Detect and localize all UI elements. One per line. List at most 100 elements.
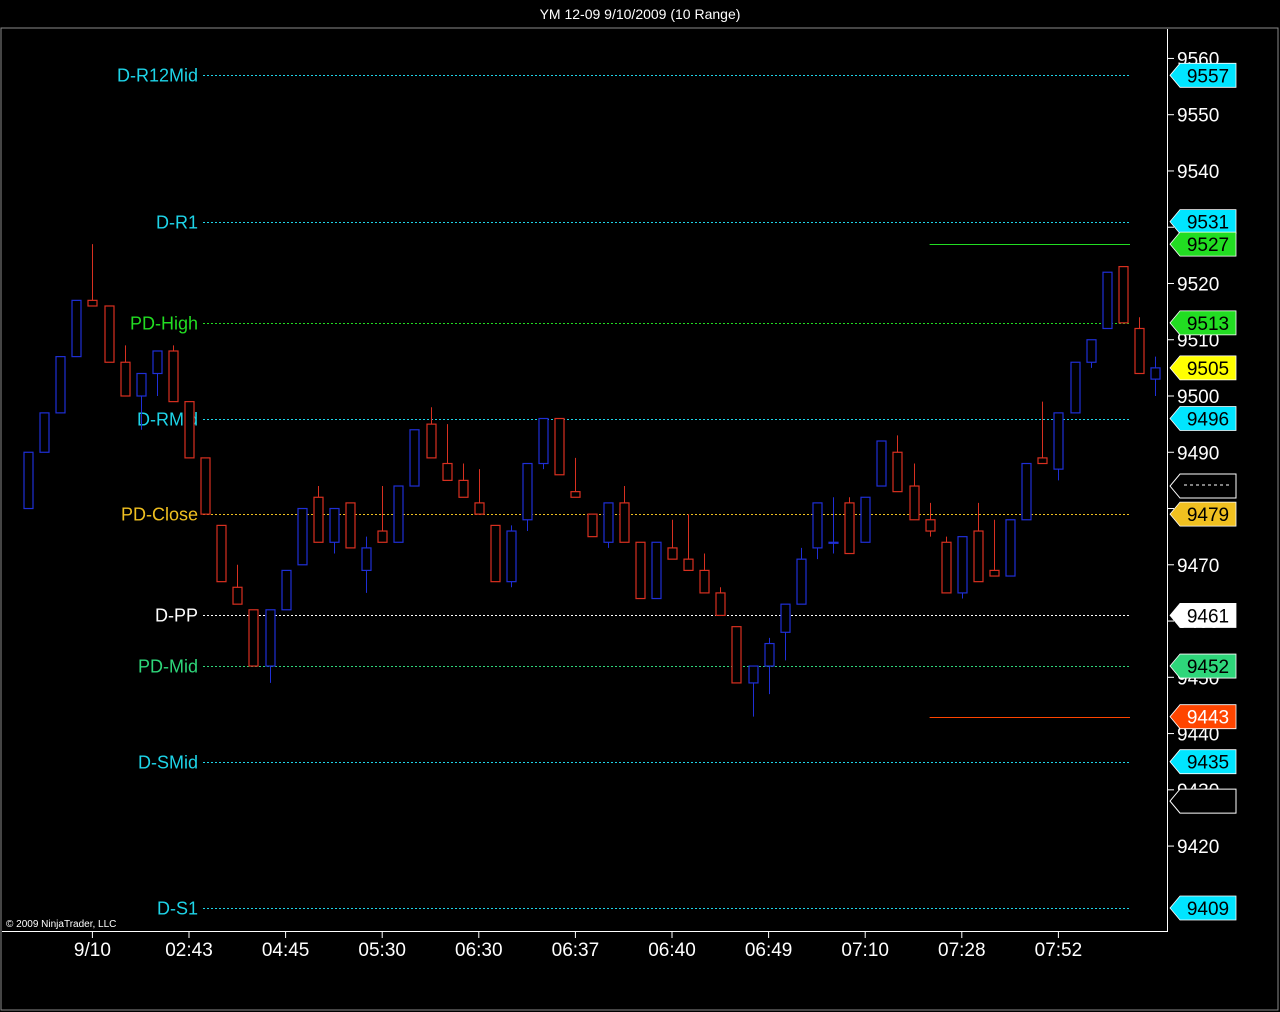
price-badge-label: 9479 xyxy=(1187,505,1229,526)
candle xyxy=(554,417,565,476)
empty-price-box xyxy=(1169,788,1237,814)
candle-body xyxy=(1005,519,1016,577)
level-price-badge: 9513 xyxy=(1169,310,1237,336)
price-badge-label: 9435 xyxy=(1187,753,1229,774)
candle-body xyxy=(1102,271,1113,330)
candle xyxy=(216,524,227,583)
x-tick-label: 07:52 xyxy=(1035,940,1083,961)
candle-body xyxy=(409,429,420,487)
candle-body xyxy=(1086,339,1097,363)
price-badge-label: 9496 xyxy=(1187,410,1229,431)
candle-body xyxy=(377,530,388,543)
candle-body xyxy=(168,350,179,403)
empty-price-box xyxy=(1169,473,1237,499)
level-price-badge: 9557 xyxy=(1169,62,1237,88)
y-tick-label: 9550 xyxy=(1177,106,1219,127)
candle-body xyxy=(281,569,292,611)
candle-body xyxy=(876,440,887,487)
price-badge-label: 9513 xyxy=(1187,314,1229,335)
range-candlestick-chart[interactable]: 9560955095409530952095109500949094809470… xyxy=(0,0,1280,1012)
candle-body xyxy=(232,586,243,605)
candle-body xyxy=(796,558,807,605)
candle-body xyxy=(39,412,50,453)
candle-body xyxy=(748,665,759,684)
candle xyxy=(876,440,887,487)
candle-body xyxy=(780,603,791,633)
candle-body xyxy=(345,502,356,549)
x-tick-label: 06:49 xyxy=(745,940,793,961)
candle-body xyxy=(570,491,581,498)
candle-body xyxy=(1021,462,1032,521)
y-tick-label: 9470 xyxy=(1177,556,1219,577)
candle-body xyxy=(989,569,1000,577)
x-axis-ticks: 9/10 02:43 04:45 05:30 06:30 06:37 06:40 06:49 0… xyxy=(74,932,1082,961)
x-tick-label: 07:28 xyxy=(938,940,986,961)
candle-body xyxy=(297,507,308,566)
candle-body xyxy=(1070,361,1081,414)
candle-body xyxy=(538,417,549,465)
level-price-badge: 9531 xyxy=(1169,209,1237,234)
level-label: D-SMid xyxy=(138,753,198,773)
candle-body xyxy=(667,547,678,560)
candle xyxy=(651,541,662,600)
y-tick-label: 9420 xyxy=(1177,837,1219,858)
candle-body xyxy=(313,496,324,543)
candle xyxy=(538,417,549,470)
candle-body xyxy=(635,541,646,600)
candle-body xyxy=(55,356,66,414)
candle-body xyxy=(619,502,630,543)
price-badge-label: 9461 xyxy=(1187,606,1229,627)
level-price-badge: 9496 xyxy=(1169,406,1237,431)
candle-body xyxy=(442,462,453,481)
level-price-badge: 9479 xyxy=(1169,501,1237,527)
candle xyxy=(55,356,66,414)
y-tick-label: 9500 xyxy=(1177,387,1219,408)
x-tick-label: 02:43 xyxy=(165,940,213,961)
x-tick-label: 9/10 xyxy=(74,940,111,961)
candle-body xyxy=(136,372,147,397)
candle xyxy=(1005,519,1016,577)
candle xyxy=(393,485,404,543)
x-tick-label: 06:40 xyxy=(648,940,696,961)
candle-body xyxy=(651,541,662,600)
candle xyxy=(941,536,952,594)
candle xyxy=(71,299,82,358)
level-price-badge: 9409 xyxy=(1169,895,1237,921)
level-label: D-R12Mid xyxy=(117,66,198,86)
candle xyxy=(248,609,259,667)
candle xyxy=(104,305,115,363)
candle xyxy=(39,412,50,453)
candle-body xyxy=(764,642,775,667)
candle xyxy=(731,626,742,684)
candle-body xyxy=(265,609,276,667)
candle-body xyxy=(731,626,742,684)
candle-body xyxy=(87,299,98,307)
candle xyxy=(23,451,34,510)
price-badge-label: 9443 xyxy=(1187,708,1229,729)
candle-body xyxy=(683,558,694,572)
plot-area xyxy=(2,29,1167,932)
candle-body xyxy=(152,350,163,375)
level-label: PD-High xyxy=(130,314,198,334)
candle-body xyxy=(71,299,82,358)
candle xyxy=(1021,462,1032,521)
level-price-badge: 9461 xyxy=(1169,603,1237,628)
candle-body xyxy=(248,609,259,667)
candle xyxy=(844,497,855,555)
candle xyxy=(1102,271,1113,330)
level-price-badge: 9452 xyxy=(1169,653,1237,679)
empty-box-shape xyxy=(1169,788,1237,814)
price-badge-label: 9409 xyxy=(1187,899,1229,920)
x-tick-label: 06:30 xyxy=(455,940,503,961)
y-tick-label: 9520 xyxy=(1177,274,1219,295)
candle-body xyxy=(329,507,340,543)
candle-body xyxy=(587,513,598,538)
candle-body xyxy=(925,519,936,532)
price-badge-label: 9527 xyxy=(1187,235,1229,256)
candle xyxy=(168,345,179,403)
candle-body xyxy=(554,417,565,476)
candle-body xyxy=(941,541,952,594)
candle-body xyxy=(1118,266,1129,324)
candle-body xyxy=(184,401,195,459)
candle-body xyxy=(200,457,211,515)
